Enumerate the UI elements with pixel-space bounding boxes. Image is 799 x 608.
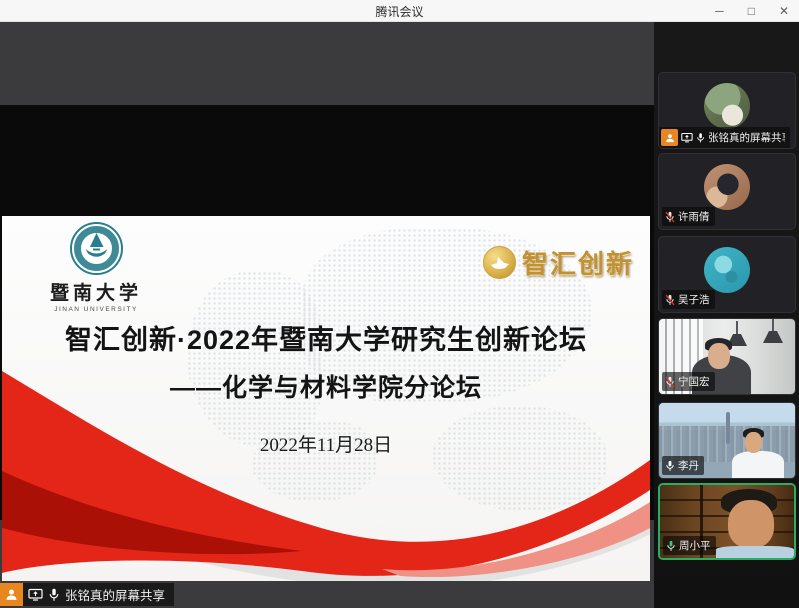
mic-on-icon: [696, 132, 705, 144]
participant-name: 李丹: [678, 458, 699, 473]
slide-date: 2022年11月28日: [2, 430, 650, 457]
mic-on-icon: [665, 460, 675, 472]
participant-name: 宁国宏: [678, 374, 710, 389]
participant-label: 张铭真的屏幕共享: [659, 127, 790, 148]
participant-tile-ningguohong[interactable]: 宁国宏: [658, 318, 796, 395]
avatar: [704, 247, 750, 293]
screen-share-icon: [681, 132, 693, 143]
presenter-badge-icon: [661, 129, 678, 146]
main-area: 暨南大学 JINAN UNIVERSITY 智汇创新: [0, 22, 799, 608]
minimize-button[interactable]: ─: [715, 0, 724, 22]
participants-sidebar: 张铭真的屏幕共享 许雨倩: [654, 22, 799, 608]
mic-speaking-icon: [666, 540, 676, 552]
ship-icon: [483, 246, 516, 279]
participant-label: 宁国宏: [662, 372, 715, 391]
window-title: 腾讯会议: [0, 3, 799, 20]
close-button[interactable]: ✕: [779, 0, 789, 22]
tencent-meeting-window: 腾讯会议 ─ □ ✕: [0, 0, 799, 608]
avatar: [704, 164, 750, 210]
university-seal-icon: [70, 222, 123, 275]
participant-name: 许雨倩: [678, 209, 710, 224]
brand-logo-text: 智汇创新: [522, 244, 634, 281]
mic-muted-icon: [665, 211, 675, 223]
mic-muted-icon: [665, 294, 675, 306]
university-name-cn: 暨南大学: [26, 278, 166, 305]
screen-share-banner: 张铭真的屏幕共享: [0, 583, 174, 606]
slide-subtitle: ——化学与材料学院分论坛: [2, 368, 650, 404]
shared-screen-view: 暨南大学 JINAN UNIVERSITY 智汇创新: [0, 22, 654, 608]
jinan-university-logo: 暨南大学 JINAN UNIVERSITY: [26, 222, 166, 313]
university-name-en: JINAN UNIVERSITY: [26, 306, 166, 313]
participant-label: 许雨倩: [662, 207, 715, 226]
participant-tile-zhouxiaoping-active-speaker[interactable]: 周小平: [658, 483, 796, 560]
presenter-badge-icon: [0, 583, 23, 606]
screen-share-icon: [28, 588, 43, 601]
window-controls: ─ □ ✕: [715, 0, 789, 22]
sharer-name: 张铭真的屏幕共享: [65, 585, 165, 604]
participant-name: 周小平: [679, 538, 711, 553]
participant-label: 吴子浩: [662, 290, 715, 309]
participant-tile-xuyuqian[interactable]: 许雨倩: [658, 153, 796, 230]
participant-tile-wuzihao[interactable]: 吴子浩: [658, 236, 796, 313]
screen-share-label: 张铭真的屏幕共享: [23, 583, 174, 606]
shared-content-letterbox: 暨南大学 JINAN UNIVERSITY 智汇创新: [0, 105, 654, 520]
avatar: [704, 83, 750, 129]
slide-title: 智汇创新·2022年暨南大学研究生创新论坛: [2, 318, 650, 357]
titlebar: 腾讯会议 ─ □ ✕: [0, 0, 799, 22]
participant-tile-zhangmingzhen[interactable]: 张铭真的屏幕共享: [658, 72, 796, 149]
mic-on-icon: [48, 588, 60, 602]
maximize-button[interactable]: □: [748, 0, 755, 22]
participant-label: 周小平: [663, 536, 716, 555]
participant-label: 李丹: [662, 456, 704, 475]
participant-name: 张铭真的屏幕共享: [708, 130, 785, 145]
participant-name: 吴子浩: [678, 292, 710, 307]
mic-muted-icon: [665, 376, 675, 388]
participant-tile-lidan[interactable]: 李丹: [658, 402, 796, 479]
zhihui-chuangxin-logo: 智汇创新: [483, 244, 634, 281]
presentation-slide: 暨南大学 JINAN UNIVERSITY 智汇创新: [2, 216, 650, 581]
